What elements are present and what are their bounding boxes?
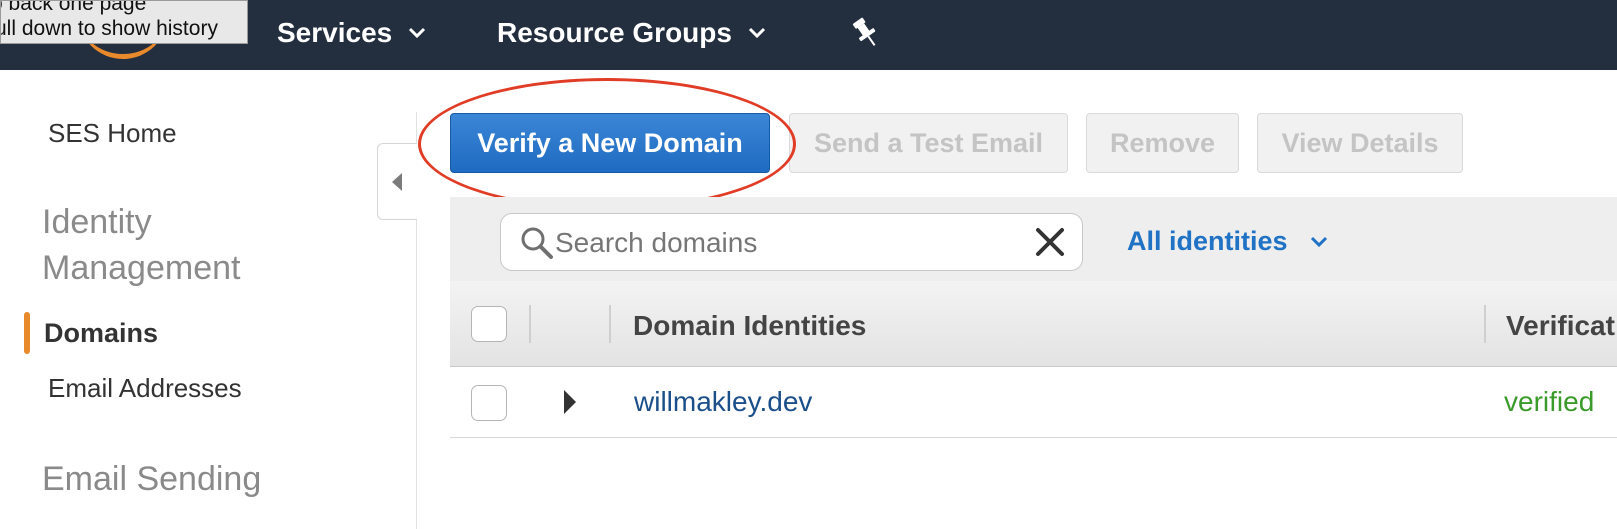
sidebar-item-email-addresses[interactable]: Email Addresses <box>48 373 242 404</box>
resource-groups-menu[interactable]: Resource Groups <box>497 15 766 51</box>
view-details-button[interactable]: View Details <box>1257 113 1463 173</box>
tooltip-line-2: ull down to show history <box>0 17 218 40</box>
tooltip-line-1: o back one page <box>0 0 147 15</box>
column-header-domain-identities[interactable]: Domain Identities <box>633 310 866 342</box>
sidebar-heading-email-sending: Email Sending <box>42 460 262 498</box>
sidebar-heading-line-1: Identity <box>42 203 152 241</box>
chevron-down-icon <box>1310 236 1327 247</box>
send-test-email-button[interactable]: Send a Test Email <box>789 113 1068 173</box>
expand-row-icon[interactable] <box>563 389 577 415</box>
top-navigation-bar: o back one page ull down to show history… <box>0 0 1617 70</box>
services-menu[interactable]: Services <box>277 15 426 51</box>
column-header-verification-status[interactable]: Verificat <box>1506 310 1615 342</box>
table-row[interactable] <box>450 367 1617 438</box>
pin-icon[interactable] <box>852 16 880 50</box>
search-box <box>500 213 1083 271</box>
identity-filter-dropdown[interactable]: All identities <box>1127 226 1328 257</box>
sidebar-heading-identity-management: Identity Management <box>42 199 240 291</box>
row-checkbox[interactable] <box>471 385 507 421</box>
search-icon <box>521 227 553 259</box>
sidebar-item-ses-home[interactable]: SES Home <box>48 118 177 149</box>
column-divider <box>1484 305 1486 343</box>
chevron-down-icon <box>748 27 766 39</box>
back-button-tooltip: o back one page ull down to show history <box>0 0 248 44</box>
table-header <box>450 281 1617 367</box>
verification-status: verified <box>1504 386 1595 417</box>
column-divider <box>529 305 531 343</box>
domain-link[interactable]: willmakley.dev <box>634 386 812 418</box>
services-menu-label: Services <box>277 17 393 48</box>
identity-filter-label: All identities <box>1127 226 1288 256</box>
column-divider <box>609 305 611 343</box>
chevron-down-icon <box>409 27 426 39</box>
collapse-sidebar-button[interactable] <box>377 143 417 220</box>
sidebar-item-domains[interactable]: Domains <box>44 318 158 349</box>
clear-search-icon[interactable] <box>1035 227 1065 257</box>
caret-left-icon <box>392 173 402 191</box>
select-all-checkbox[interactable] <box>471 306 507 342</box>
sidebar-heading-line-2: Management <box>42 249 241 287</box>
search-input[interactable] <box>553 220 1017 266</box>
active-item-indicator <box>24 312 30 354</box>
remove-button[interactable]: Remove <box>1086 113 1239 173</box>
verify-new-domain-button[interactable]: Verify a New Domain <box>450 113 770 173</box>
resource-groups-menu-label: Resource Groups <box>497 17 732 48</box>
